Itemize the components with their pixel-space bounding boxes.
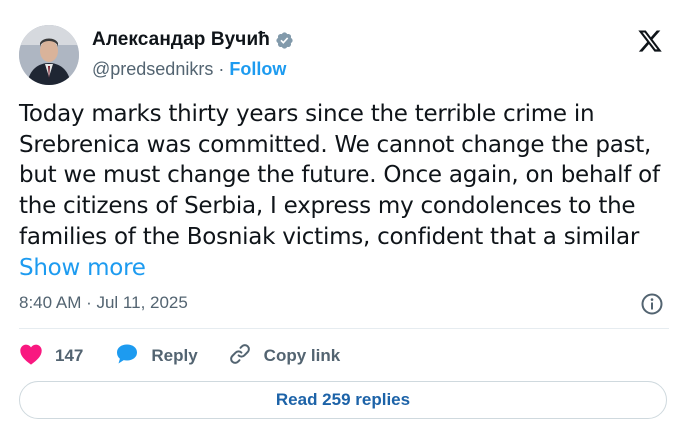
link-icon [228, 342, 252, 371]
info-icon[interactable] [640, 292, 664, 316]
follow-button[interactable]: Follow [229, 59, 286, 80]
like-button[interactable]: 147 [19, 343, 83, 370]
post-text: Today marks thirty years since the terri… [19, 99, 669, 283]
author-handle-row: @predsednikrs · Follow [92, 59, 286, 80]
divider [19, 328, 669, 329]
reply-label: Reply [151, 346, 198, 365]
heart-icon [19, 343, 43, 370]
avatar[interactable] [19, 25, 79, 85]
copy-link-label: Copy link [263, 346, 341, 365]
reply-bubble-icon [115, 343, 139, 370]
reply-button[interactable]: Reply [115, 343, 198, 370]
embedded-post-card: Александар Вучић @predsednikrs · Follow … [0, 0, 687, 430]
show-more-link[interactable]: Show more [19, 255, 146, 281]
handle-separator: · [218, 59, 225, 79]
author-handle[interactable]: @predsednikrs [92, 59, 213, 80]
verified-badge-icon [275, 31, 294, 50]
like-count: 147 [55, 346, 84, 365]
author-name-row: Александар Вучић [92, 29, 294, 51]
x-logo-icon[interactable] [636, 28, 664, 54]
post-body: Today marks thirty years since the terri… [19, 101, 660, 250]
action-bar: 147 Reply Copy link [19, 342, 340, 370]
post-timestamp[interactable]: 8:40 AM · Jul 11, 2025 [19, 293, 188, 313]
read-replies-label: Read 259 replies [275, 390, 411, 409]
author-display-name[interactable]: Александар Вучић [92, 29, 270, 51]
read-replies-button[interactable]: Read 259 replies [19, 381, 667, 419]
copy-link-button[interactable]: Copy link [228, 342, 341, 371]
